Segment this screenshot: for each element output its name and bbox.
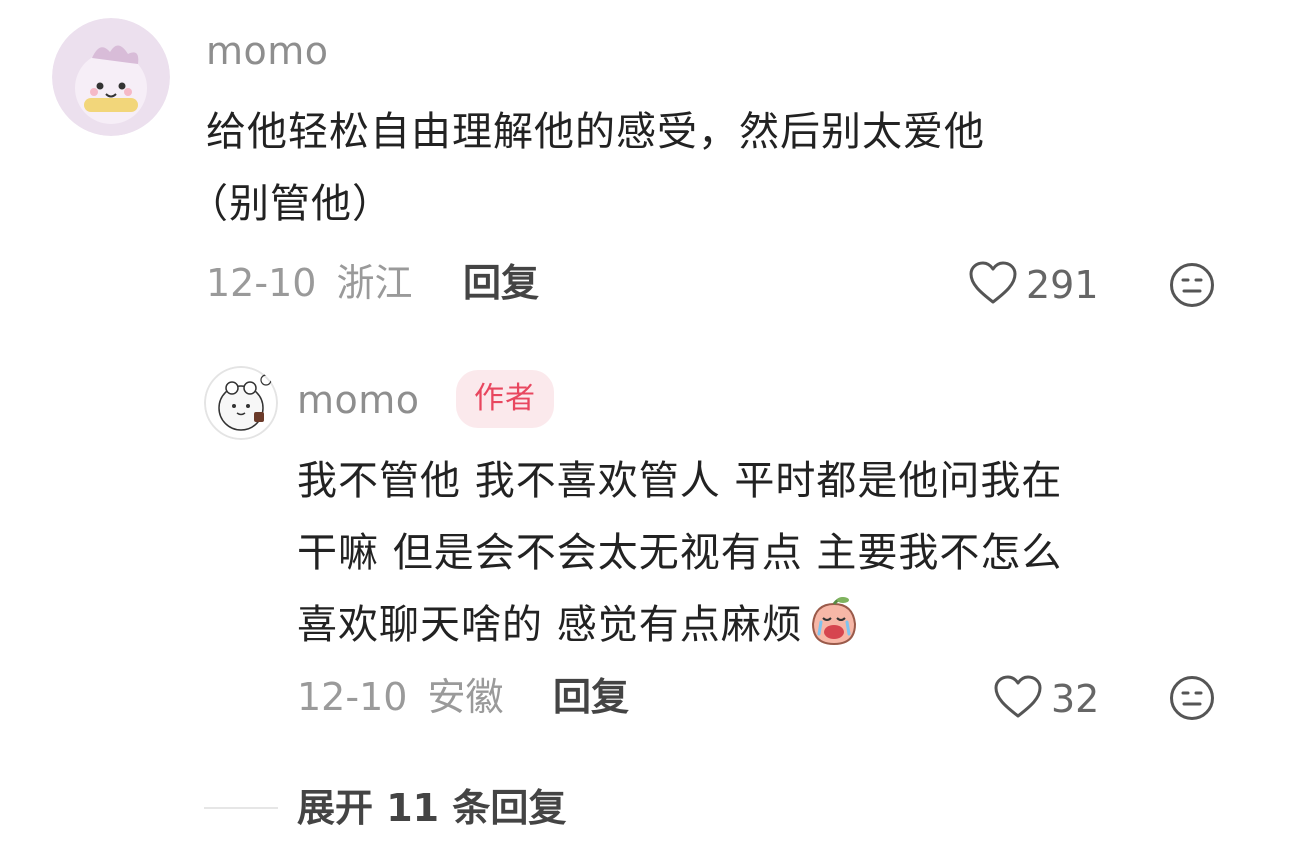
reply-text: 我不管他 我不喜欢管人 平时都是他问我在 干嘛 但是会不会太无视有点 主要我不怎… — [297, 445, 1257, 671]
expand-divider — [204, 807, 278, 809]
comment-date: 12-10 — [206, 261, 317, 305]
reply-emoji-react-button[interactable] — [1168, 674, 1216, 726]
reply-avatar[interactable] — [204, 366, 278, 440]
reply-text-line: 我不管他 我不喜欢管人 平时都是他问我在 — [297, 458, 1063, 504]
comment-text-line: 给他轻松自由理解他的感受，然后别太爱他 — [206, 109, 985, 155]
expand-replies-button[interactable]: 展开 11 条回复 — [297, 789, 566, 827]
reply-like-count: 32 — [1051, 677, 1100, 721]
reply-text-line: 干嘛 但是会不会太无视有点 主要我不怎么 — [297, 530, 1063, 576]
comment-reply-button[interactable]: 回复 — [463, 264, 539, 302]
comment-meta: 12-10 浙江 — [206, 264, 413, 302]
comment-like-button[interactable]: 291 — [968, 260, 1099, 310]
author-badge: 作者 — [456, 370, 554, 428]
reply-like-button[interactable]: 32 — [993, 674, 1099, 724]
heart-outline-icon — [968, 260, 1018, 310]
reply-text-line-with-sticker: 喜欢聊天啥的 感觉有点麻烦 — [297, 589, 1257, 671]
reply-username[interactable]: momo — [297, 381, 420, 419]
comment-text-line: （别管他） — [188, 181, 393, 227]
comment-like-count: 291 — [1026, 263, 1099, 307]
comment-username[interactable]: momo — [206, 32, 329, 70]
face-icon — [1168, 263, 1216, 313]
reply-text-line: 喜欢聊天啥的 感觉有点麻烦 — [297, 602, 803, 648]
reply-location: 安徽 — [427, 675, 504, 719]
comment-text: 给他轻松自由理解他的感受，然后别太爱他 （别管他） — [188, 96, 1206, 240]
reply-meta: 12-10 安徽 — [297, 678, 504, 716]
reply-date: 12-10 — [297, 675, 408, 719]
reply-reply-button[interactable]: 回复 — [553, 678, 629, 716]
comment-location: 浙江 — [336, 261, 413, 305]
comment-emoji-react-button[interactable] — [1168, 261, 1216, 313]
face-icon — [1168, 676, 1216, 726]
comment-avatar[interactable] — [52, 18, 170, 136]
heart-outline-icon — [993, 674, 1043, 724]
crying-peach-sticker-icon — [807, 594, 861, 671]
